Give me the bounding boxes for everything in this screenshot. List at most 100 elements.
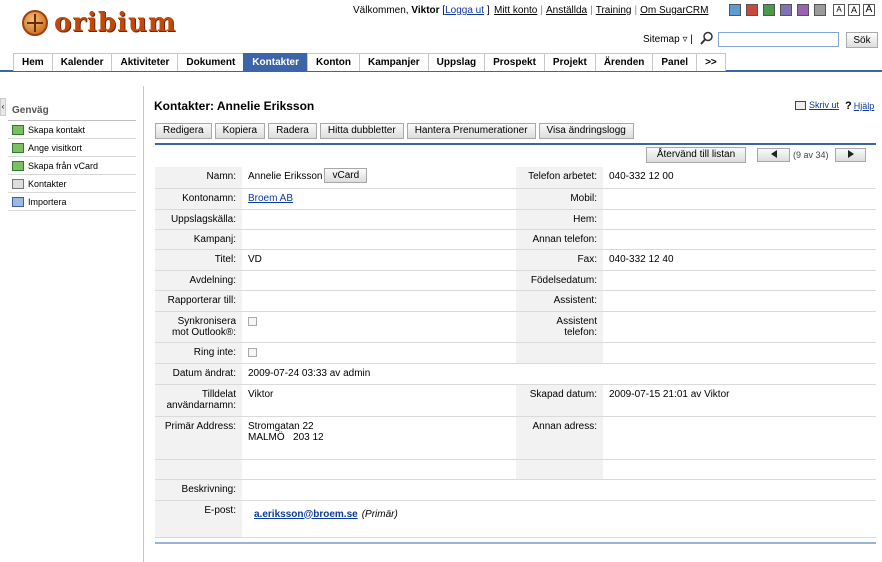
training-link[interactable]: Training <box>596 5 632 16</box>
home-phone-label: Hem: <box>516 209 603 230</box>
return-to-list-button[interactable]: Återvänd till listan <box>646 147 746 163</box>
previous-record-button[interactable] <box>757 148 790 162</box>
theme-swatch-slate[interactable] <box>780 4 792 16</box>
edit-button[interactable]: Redigera <box>155 123 212 139</box>
top-links: Mitt konto | Anställda | Training | Om SugarCR… <box>494 5 709 16</box>
spacer-label <box>155 459 242 480</box>
theme-swatch-green[interactable] <box>763 4 775 16</box>
welcome-text: Välkommen, Viktor [Logga ut ] <box>353 5 490 16</box>
logo[interactable]: oribium <box>22 8 176 38</box>
page-title: Kontakter: Annelie Eriksson <box>154 99 315 113</box>
theme-swatch-purple[interactable] <box>797 4 809 16</box>
print-link[interactable]: Skriv ut <box>795 100 839 110</box>
about-sugarcrm-link[interactable]: Om SugarCRM <box>640 5 708 16</box>
tab-cases[interactable]: Ärenden <box>594 53 653 71</box>
account-label: Kontonamn: <box>155 188 242 210</box>
help-link-label[interactable]: Hjälp <box>854 101 875 111</box>
table-row: Primär Address: Stromgatan 22 MALMÖ 203 … <box>155 416 876 460</box>
tab-dashboard[interactable]: Panel <box>652 53 697 71</box>
view-change-log-button[interactable]: Visa ändringslogg <box>538 123 634 139</box>
sidebar-item-label: Importera <box>28 196 67 207</box>
tab-accounts[interactable]: Konton <box>306 53 359 71</box>
created-value: 2009-07-15 21:01 av Viktor <box>603 384 876 417</box>
table-row: Uppslagskälla: Hem: <box>155 209 876 230</box>
sidebar-item-business-card[interactable]: Ange visitkort <box>8 139 136 157</box>
current-user: Viktor <box>411 5 440 16</box>
next-record-button[interactable] <box>835 148 866 162</box>
tab-contacts[interactable]: Kontakter <box>243 53 307 71</box>
vcard-button[interactable]: vCard <box>324 168 368 183</box>
header: oribium Välkommen, Viktor [Logga ut ] Mi… <box>0 0 882 52</box>
sidebar-item-create-contact[interactable]: Skapa kontakt <box>8 121 136 139</box>
font-size-small[interactable]: A <box>833 4 845 16</box>
font-size-large[interactable]: A <box>863 4 875 16</box>
sidebar-item-contacts[interactable]: Kontakter <box>8 175 136 193</box>
empty-value <box>603 342 876 364</box>
sidebar-item-create-from-vcard[interactable]: Skapa från vCard <box>8 157 136 175</box>
sitemap-arrow: ▿ | <box>682 34 693 45</box>
mobile-value <box>603 188 876 210</box>
email-link[interactable]: a.eriksson@broem.se <box>254 509 358 520</box>
action-divider <box>155 143 876 145</box>
description-value <box>242 479 876 501</box>
table-row: Datum ändrat: 2009-07-24 03:33 av admin <box>155 363 876 385</box>
table-row: Kontonamn: Broem AB Mobil: <box>155 188 876 210</box>
reports-to-value <box>242 290 516 312</box>
print-link-label[interactable]: Skriv ut <box>809 100 839 110</box>
do-not-call-checkbox[interactable] <box>248 347 257 357</box>
theme-swatch-blue[interactable] <box>729 4 741 16</box>
globe-logo-icon <box>22 10 48 36</box>
duplicate-button[interactable]: Kopiera <box>214 123 266 139</box>
sitemap-label: Sitemap <box>643 34 680 45</box>
search-icon <box>700 31 713 45</box>
delete-button[interactable]: Radera <box>268 123 317 139</box>
spacer-value-2 <box>603 459 876 480</box>
sidebar-item-label: Skapa från vCard <box>28 160 99 171</box>
tab-campaigns[interactable]: Kampanjer <box>358 53 428 71</box>
sync-outlook-cell <box>242 311 516 343</box>
sync-outlook-label: Synkronisera mot Outlook®: <box>155 311 242 343</box>
sync-outlook-checkbox[interactable] <box>248 316 257 326</box>
logout-link[interactable]: Logga ut <box>445 5 484 16</box>
business-card-icon <box>12 142 24 153</box>
fax-value: 040-332 12 40 <box>603 249 876 271</box>
welcome-prefix: Välkommen, <box>353 5 409 16</box>
tab-documents[interactable]: Dokument <box>177 53 244 71</box>
import-icon <box>12 196 24 207</box>
primary-address-line1: Stromgatan 22 <box>248 420 314 432</box>
tab-home[interactable]: Hem <box>13 53 52 71</box>
table-row: Tilldelat användarnamn: Viktor Skapad da… <box>155 384 876 417</box>
name-cell: Annelie Eriksson vCard <box>242 167 516 189</box>
tab-activities[interactable]: Aktiviteter <box>111 53 178 71</box>
table-row: Synkronisera mot Outlook®: Assistent tel… <box>155 311 876 343</box>
tab-more[interactable]: >> <box>696 53 726 71</box>
tab-leads[interactable]: Uppslag <box>427 53 485 71</box>
sidebar-collapse-handle[interactable]: ‹ <box>0 98 6 116</box>
sidebar-item-import[interactable]: Importera <box>8 193 136 211</box>
help-link[interactable]: ? Hjälp <box>845 100 874 112</box>
other-phone-value <box>603 229 876 250</box>
primary-address-line2: MALMÖ 203 12 <box>248 431 324 443</box>
theme-swatch-red[interactable] <box>746 4 758 16</box>
employees-link[interactable]: Anställda <box>546 5 587 16</box>
email-cell: a.eriksson@broem.se (Primär) <box>242 500 876 538</box>
search-input[interactable] <box>718 32 839 47</box>
tab-prospects[interactable]: Prospekt <box>484 53 544 71</box>
account-link[interactable]: Broem AB <box>248 193 293 204</box>
mobile-label: Mobil: <box>516 188 603 210</box>
description-label: Beskrivning: <box>155 479 242 501</box>
my-account-link[interactable]: Mitt konto <box>494 5 537 16</box>
search-button[interactable]: Sök <box>846 32 878 48</box>
bottom-divider <box>155 542 876 544</box>
created-label: Skapad datum: <box>516 384 603 417</box>
phone-work-label: Telefon arbetet: <box>516 167 603 189</box>
arrow-left-icon <box>770 150 777 158</box>
sitemap-menu[interactable]: Sitemap ▿ | <box>643 34 693 45</box>
spacer-label-2 <box>516 459 603 480</box>
tab-calendar[interactable]: Kalender <box>51 53 112 71</box>
theme-swatch-gray[interactable] <box>814 4 826 16</box>
font-size-medium[interactable]: A <box>848 4 860 16</box>
manage-subscriptions-button[interactable]: Hantera Prenumerationer <box>406 123 536 139</box>
find-duplicates-button[interactable]: Hitta dubbletter <box>319 123 404 139</box>
tab-projects[interactable]: Projekt <box>543 53 595 71</box>
